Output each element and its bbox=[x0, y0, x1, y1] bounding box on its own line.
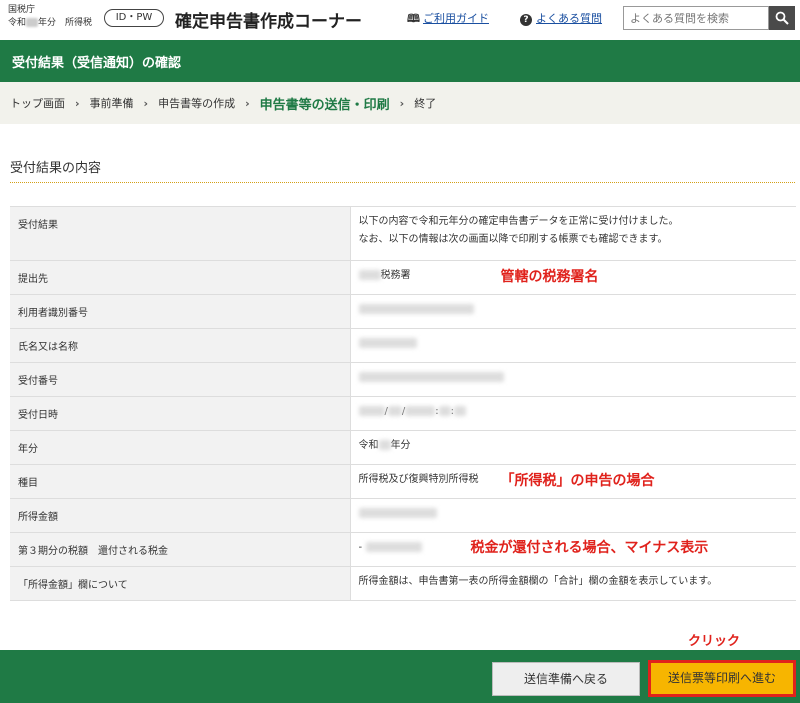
row-label: 所得金額 bbox=[10, 498, 351, 533]
chevron-right-icon: › bbox=[245, 96, 250, 110]
chevron-right-icon: › bbox=[143, 96, 149, 110]
idpw-badge: ID・PW bbox=[104, 9, 164, 27]
table-row: 所得金額 bbox=[10, 498, 796, 533]
redacted-value bbox=[358, 406, 385, 416]
search-input[interactable] bbox=[623, 6, 769, 30]
row-label: 受付番号 bbox=[10, 362, 351, 397]
search-icon bbox=[775, 11, 789, 25]
row-value bbox=[350, 498, 796, 533]
redacted-value bbox=[454, 406, 466, 416]
search-button[interactable] bbox=[769, 6, 795, 30]
faq-link[interactable]: ? よくある質問 bbox=[520, 10, 602, 26]
tax-year-label: 令和 年分 所得税 bbox=[8, 18, 93, 28]
table-row: 第３期分の税額 還付される税金 - 税金が還付される場合、マイナス表示 bbox=[10, 532, 796, 567]
breadcrumb-current: 申告書等の送信・印刷 bbox=[259, 97, 390, 113]
book-icon: 🕮 bbox=[407, 12, 420, 25]
redacted-value bbox=[438, 406, 451, 416]
annotation-refund: 税金が還付される場合、マイナス表示 bbox=[470, 540, 709, 556]
corner-title: 確定申告書作成コーナー bbox=[175, 12, 362, 32]
redacted-year bbox=[26, 18, 39, 27]
row-value bbox=[350, 328, 796, 363]
row-label: 種目 bbox=[10, 464, 351, 499]
row-value: 税務署 管轄の税務署名 bbox=[350, 260, 796, 295]
site-header: 国税庁 令和 年分 所得税 ID・PW 確定申告書作成コーナー 🕮 ご利用ガイド ?… bbox=[0, 0, 800, 40]
breadcrumb: トップ画面 › 事前準備 › 申告書等の作成 › 申告書等の送信・印刷 › 終了 bbox=[0, 82, 800, 124]
annotation-income-tax: 「所得税」の申告の場合 bbox=[500, 473, 655, 489]
chevron-right-icon: › bbox=[399, 96, 405, 110]
redacted-value bbox=[358, 338, 417, 348]
page-title-bar: 受付結果（受信通知）の確認 bbox=[0, 40, 800, 82]
row-label: 提出先 bbox=[10, 260, 351, 295]
page-title: 受付結果（受信通知）の確認 bbox=[12, 56, 182, 71]
question-icon: ? bbox=[520, 14, 532, 26]
agency-name: 国税庁 bbox=[8, 5, 36, 15]
redacted-value bbox=[405, 406, 436, 416]
row-value: 所得税及び復興特別所得税 「所得税」の申告の場合 bbox=[350, 464, 796, 499]
row-label: 年分 bbox=[10, 430, 351, 465]
redacted-value bbox=[358, 270, 381, 280]
row-value: 令和 年分 bbox=[350, 430, 796, 465]
result-table: 受付結果 以下の内容で令和元年分の確定申告書データを正常に受け付けました。 なお… bbox=[10, 206, 796, 601]
redacted-value bbox=[387, 406, 402, 416]
row-value: 所得金額は、申告書第一表の所得金額欄の「合計」欄の金額を表示しています。 bbox=[350, 566, 796, 601]
redacted-value bbox=[366, 542, 423, 552]
next-button[interactable]: 送信票等印刷へ進む bbox=[648, 660, 796, 697]
row-label: 受付日時 bbox=[10, 396, 351, 431]
row-label: 「所得金額」欄について bbox=[10, 566, 351, 601]
redacted-value bbox=[358, 304, 474, 314]
table-row: 受付番号 bbox=[10, 362, 796, 397]
section-divider bbox=[10, 182, 795, 183]
row-value: / /:: bbox=[350, 396, 796, 431]
agency-info: 国税庁 令和 年分 所得税 bbox=[8, 4, 92, 30]
breadcrumb-item: 終了 bbox=[414, 97, 437, 110]
redacted-value bbox=[358, 372, 504, 382]
breadcrumb-item: トップ画面 bbox=[10, 97, 65, 110]
breadcrumb-item: 申告書等の作成 bbox=[158, 97, 236, 110]
back-button[interactable]: 送信準備へ戻る bbox=[492, 662, 640, 696]
table-row: 種目 所得税及び復興特別所得税 「所得税」の申告の場合 bbox=[10, 464, 796, 499]
table-row: 受付結果 以下の内容で令和元年分の確定申告書データを正常に受け付けました。 なお… bbox=[10, 206, 796, 261]
chevron-right-icon: › bbox=[75, 96, 80, 110]
row-label: 第３期分の税額 還付される税金 bbox=[10, 532, 351, 567]
row-label: 氏名又は名称 bbox=[10, 328, 351, 363]
table-row: 利用者識別番号 bbox=[10, 294, 796, 329]
breadcrumb-item: 事前準備 bbox=[89, 97, 134, 110]
row-value bbox=[350, 362, 796, 397]
annotation-tax-office: 管轄の税務署名 bbox=[500, 269, 599, 285]
redacted-value bbox=[358, 508, 437, 518]
guide-link[interactable]: 🕮 ご利用ガイド bbox=[407, 10, 489, 29]
section-heading: 受付結果の内容 bbox=[10, 161, 102, 176]
table-row: 受付日時 / /:: bbox=[10, 396, 796, 431]
annotation-click: クリック bbox=[688, 634, 741, 649]
row-label: 受付結果 bbox=[10, 206, 351, 261]
table-row: 提出先 税務署 管轄の税務署名 bbox=[10, 260, 796, 295]
table-row: 「所得金額」欄について 所得金額は、申告書第一表の所得金額欄の「合計」欄の金額を… bbox=[10, 566, 796, 601]
row-value bbox=[350, 294, 796, 329]
row-label: 利用者識別番号 bbox=[10, 294, 351, 329]
redacted-value bbox=[378, 440, 391, 450]
table-row: 氏名又は名称 bbox=[10, 328, 796, 363]
table-row: 年分 令和 年分 bbox=[10, 430, 796, 465]
row-value: - 税金が還付される場合、マイナス表示 bbox=[350, 532, 796, 567]
row-value: 以下の内容で令和元年分の確定申告書データを正常に受け付けました。 なお、以下の情… bbox=[350, 206, 796, 261]
